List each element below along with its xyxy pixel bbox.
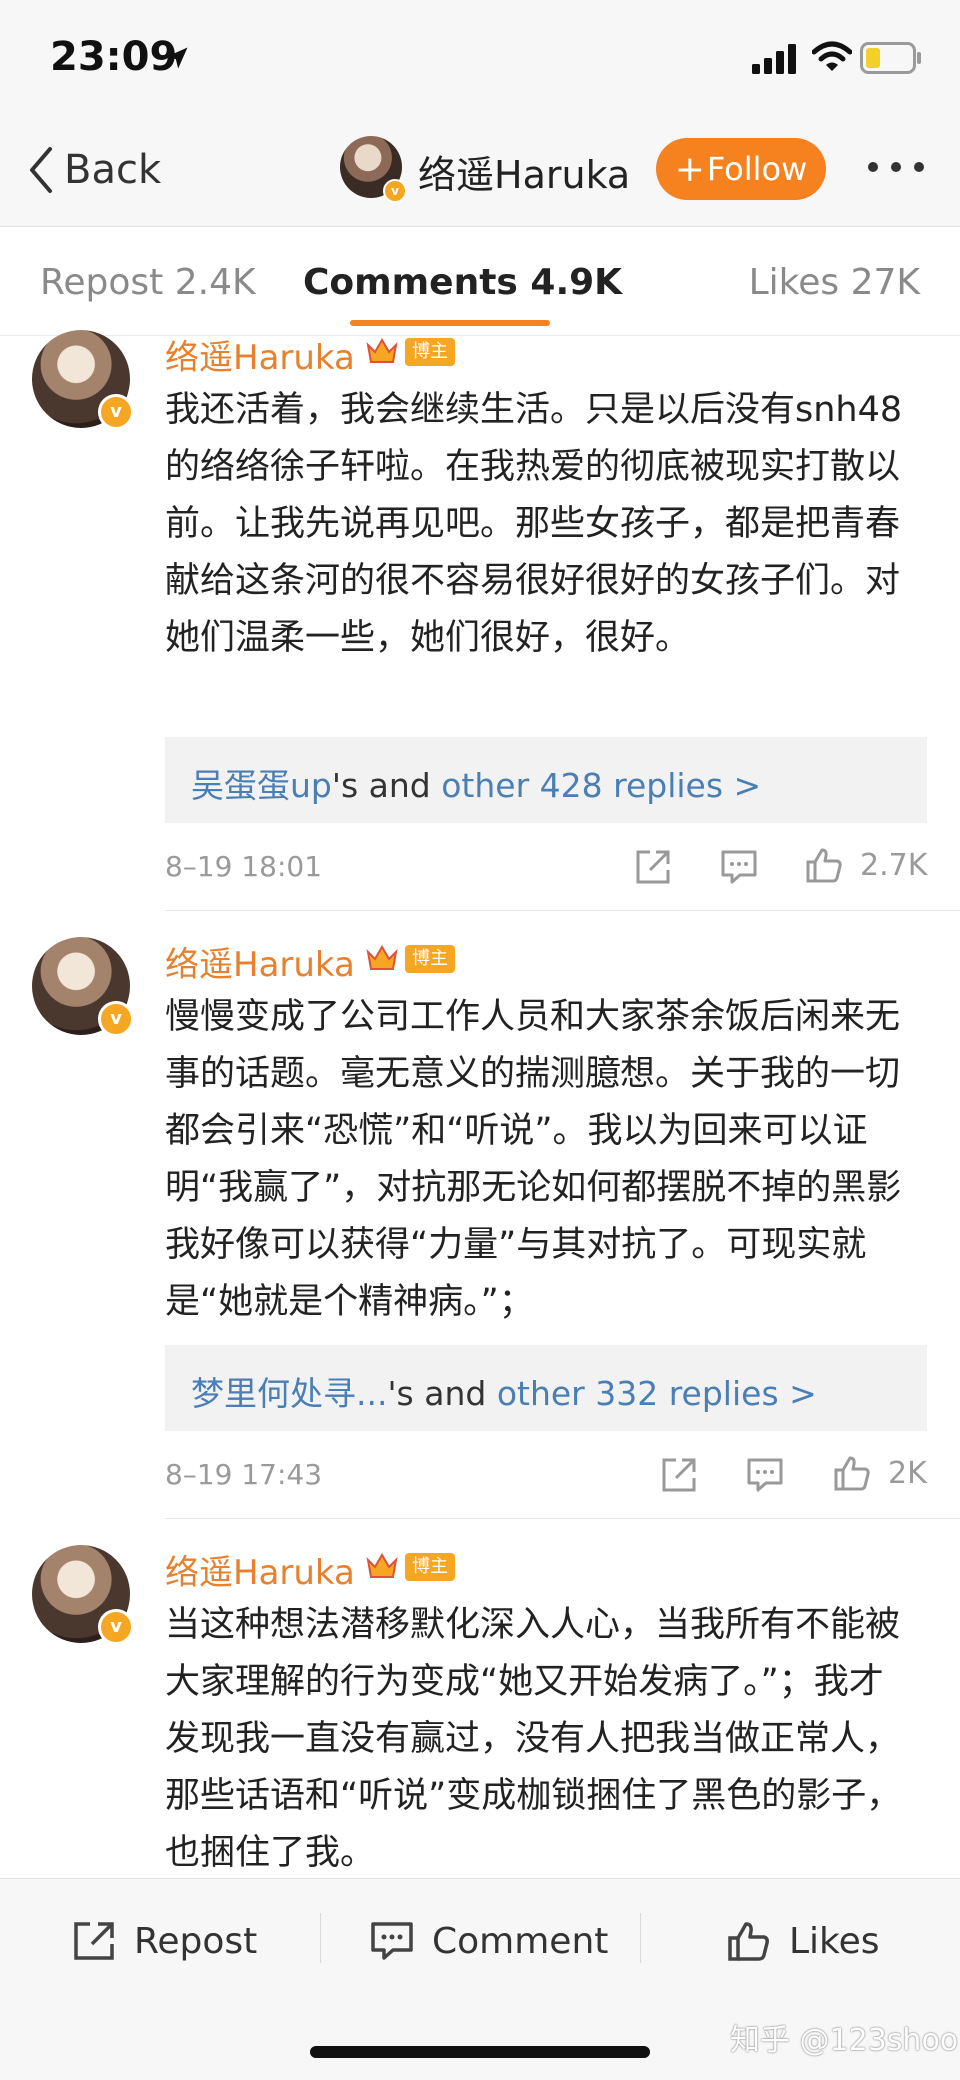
active-tab-indicator bbox=[350, 320, 550, 326]
likes-button[interactable]: Likes bbox=[727, 1911, 880, 1971]
signal-icon bbox=[752, 44, 796, 74]
status-bar: 23:09 bbox=[0, 0, 960, 120]
separator bbox=[320, 1913, 321, 1963]
follow-label: Follow bbox=[706, 150, 808, 188]
comment-icon[interactable] bbox=[720, 848, 758, 886]
watermark: 知乎 @123shoo bbox=[730, 2023, 959, 2058]
comment-date: 8–19 17:43 bbox=[165, 1458, 323, 1491]
tab-likes[interactable]: Likes 27K bbox=[749, 262, 920, 303]
comment-text: 慢慢变成了公司工作人员和大家茶余饭后闲来无事的话题。毫无意义的揣测臆想。关于我的… bbox=[165, 997, 902, 1322]
reply-connector: 's and bbox=[387, 1374, 497, 1413]
tab-comments[interactable]: Comments 4.9K bbox=[303, 262, 622, 303]
comment-date: 8–19 18:01 bbox=[165, 850, 323, 883]
comment-label: Comment bbox=[432, 1920, 609, 1962]
like-icon bbox=[728, 1922, 769, 1961]
reply-user: 吴蛋蛋up bbox=[191, 766, 332, 805]
reply-count: other 332 replies > bbox=[496, 1374, 817, 1413]
nav-bar: Back v 络遥Haruka + Follow bbox=[0, 120, 960, 227]
status-time: 23:09 bbox=[50, 34, 178, 80]
location-arrow-icon bbox=[166, 47, 188, 69]
home-indicator[interactable] bbox=[310, 2046, 650, 2058]
repost-icon bbox=[74, 1922, 114, 1960]
reply-connector: 's and bbox=[331, 766, 442, 805]
comment-button[interactable]: Comment bbox=[370, 1911, 608, 1971]
replies-summary: 吴蛋蛋up's and other 428 replies > bbox=[191, 759, 761, 807]
author-tag: 博主 bbox=[405, 338, 455, 366]
battery-icon bbox=[860, 42, 921, 74]
bottom-toolbar: Repost Comment Likes 知乎 @123shoo bbox=[0, 1878, 960, 2080]
reply-user: 梦里何处寻... bbox=[191, 1374, 388, 1413]
back-button[interactable]: Back bbox=[28, 140, 161, 200]
replies-preview[interactable]: 梦里何处寻...'s and other 332 replies > bbox=[165, 1345, 927, 1431]
author-tag: 博主 bbox=[405, 1553, 455, 1581]
replies-preview[interactable]: 吴蛋蛋up's and other 428 replies > bbox=[165, 737, 927, 823]
like-icon[interactable] bbox=[805, 846, 843, 884]
more-icon[interactable] bbox=[866, 160, 926, 174]
share-icon[interactable] bbox=[634, 848, 672, 886]
comment-author[interactable]: 络遥Haruka bbox=[165, 330, 355, 379]
wifi-icon bbox=[812, 41, 852, 71]
comment-author[interactable]: 络遥Haruka bbox=[165, 1545, 355, 1594]
comment-author[interactable]: 络遥Haruka bbox=[165, 937, 355, 986]
back-chevron-icon bbox=[30, 147, 52, 193]
plus-icon: + bbox=[674, 148, 705, 190]
repost-button[interactable]: Repost bbox=[72, 1911, 257, 1971]
replies-summary: 梦里何处寻...'s and other 332 replies > bbox=[191, 1367, 817, 1415]
crown-icon bbox=[366, 945, 398, 970]
comment-text: 当这种想法潜移默化深入人心，当我所有不能被大家理解的行为变成“她又开始发病了。”… bbox=[165, 1605, 902, 1873]
comment-icon bbox=[371, 1922, 413, 1960]
crown-icon bbox=[366, 1553, 398, 1578]
tab-bar: Repost 2.4K Comments 4.9K Likes 27K bbox=[0, 227, 960, 336]
back-label: Back bbox=[64, 147, 162, 193]
separator bbox=[640, 1913, 641, 1963]
verified-icon: v bbox=[98, 1001, 134, 1037]
divider bbox=[165, 1518, 960, 1519]
repost-label: Repost bbox=[134, 1920, 258, 1962]
likes-label: Likes bbox=[789, 1920, 880, 1962]
comment-icon[interactable] bbox=[746, 1456, 784, 1494]
crown-icon bbox=[366, 338, 398, 363]
follow-button[interactable]: + Follow bbox=[656, 138, 826, 200]
like-count: 2K bbox=[888, 1456, 927, 1491]
verified-icon: v bbox=[98, 1609, 134, 1645]
tab-repost[interactable]: Repost 2.4K bbox=[40, 262, 256, 303]
reply-count: other 428 replies > bbox=[441, 766, 762, 805]
share-icon[interactable] bbox=[660, 1456, 698, 1494]
divider bbox=[165, 910, 960, 911]
like-icon[interactable] bbox=[833, 1454, 871, 1492]
profile-name[interactable]: 络遥Haruka bbox=[418, 144, 630, 199]
verified-icon: v bbox=[98, 394, 134, 430]
like-count: 2.7K bbox=[860, 848, 928, 883]
author-tag: 博主 bbox=[405, 945, 455, 973]
verified-icon: v bbox=[383, 179, 407, 203]
comment-text: 我还活着，我会继续生活。只是以后没有snh48的络络徐子轩啦。在我热爱的彻底被现… bbox=[165, 390, 903, 658]
